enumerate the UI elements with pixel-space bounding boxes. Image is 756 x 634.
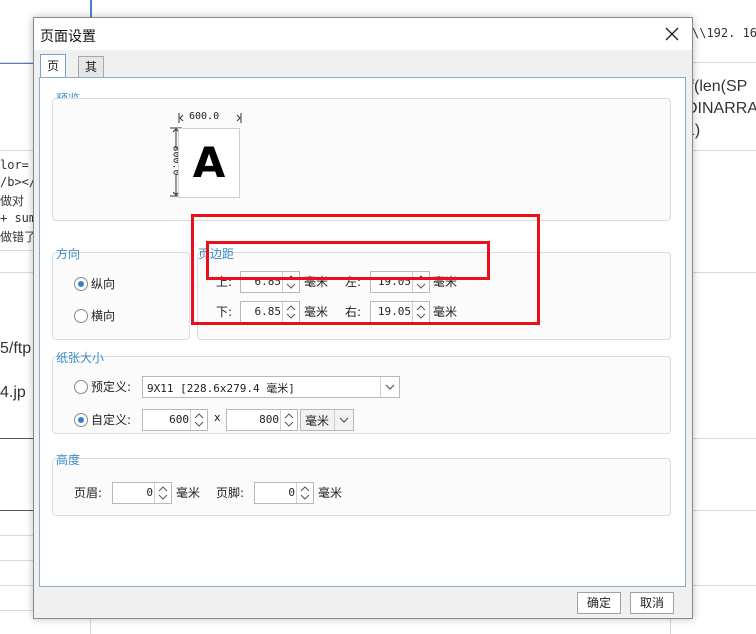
margin-highlight-inner [206,241,490,280]
predefined-paper-value: 9X11 [228.6x279.4 毫米] [147,382,295,395]
dialog-title: 页面设置 [40,29,96,45]
predefined-label[interactable]: 预定义: [91,378,131,395]
bg-gridline [0,510,33,511]
custom-height-value: 800 [259,413,279,426]
preview-width-text: 600.0 [188,111,221,122]
custom-width-value: 600 [169,413,189,426]
custom-label[interactable]: 自定义: [91,411,131,428]
bg-code-line: 做错了 [0,230,37,244]
chevron-down-icon[interactable] [334,410,353,430]
bg-gridline [0,150,33,151]
stepper-arrows-icon[interactable] [296,483,313,503]
page-preview: A [178,128,240,198]
tab-panel-page: 预览 600.0 800.0 A [39,77,686,587]
tab-page[interactable]: 页面 [40,54,67,95]
preview-letter: A [192,138,226,187]
custom-radio[interactable] [74,413,88,427]
header-height-stepper[interactable]: 0 [112,482,172,504]
portrait-radio[interactable] [74,277,88,291]
bg-code-line: DINARRA [686,100,756,117]
footer-height-value: 0 [288,486,295,499]
bg-gridline [0,560,33,561]
bg-gridline [670,617,671,634]
header-unit: 毫米 [176,486,201,500]
preview-group [52,98,671,221]
paper-size-group-label: 纸张大小 [56,351,105,365]
chevron-down-icon[interactable] [380,377,399,397]
footer-height-stepper[interactable]: 0 [254,482,314,504]
footer-unit: 毫米 [318,486,343,500]
bg-code-line: 做对 [0,194,25,208]
footer-label: 页脚: [216,486,245,500]
orientation-group [52,252,190,340]
bg-jpg-text: 4.jp [0,384,26,401]
bg-gridline [690,585,756,586]
stepper-arrows-icon[interactable] [190,410,207,430]
bg-path-text: \\192. 16 [692,26,756,40]
landscape-label[interactable]: 横向 [91,307,115,324]
preview-width-dimension: 600.0 [178,111,242,125]
bg-gridline [0,250,33,251]
height-group-label: 高度 [56,453,81,467]
predefined-radio[interactable] [74,380,88,394]
tab-other[interactable]: 其他 [78,56,105,94]
bg-gridline [690,438,756,439]
cancel-button[interactable]: 取消 [630,592,674,614]
bg-gridline [0,585,33,586]
bg-code-line: if(len(SP [686,78,748,95]
stepper-arrows-icon[interactable] [154,483,171,503]
bg-gridline [690,62,756,63]
paper-unit-value: 毫米 [305,414,330,428]
bg-ftp-text: 5/ftp [0,340,32,357]
bg-gridline [0,438,33,439]
bg-gridline [90,617,91,634]
landscape-radio[interactable] [74,309,88,323]
close-button[interactable] [662,24,682,44]
custom-width-stepper[interactable]: 600 [142,409,208,431]
orientation-group-label: 方向 [56,247,81,261]
portrait-label[interactable]: 纵向 [91,275,115,292]
ok-button[interactable]: 确定 [577,592,621,614]
bg-gridline [690,272,756,273]
bg-gridline [690,150,756,151]
custom-height-stepper[interactable]: 800 [226,409,298,431]
close-icon [665,27,679,41]
times-sign: x [214,411,221,424]
bg-gridline [0,535,33,536]
bg-gridline [0,62,33,63]
header-label: 页眉: [74,486,103,500]
dialog-titlebar: 页面设置 [34,18,692,50]
bg-code-line: + sum [0,211,37,225]
header-height-value: 0 [146,486,153,499]
bg-code-line: lor= [0,158,29,172]
bg-gridline [0,610,33,611]
bg-code-line: /b></ [0,175,37,189]
bg-gridline [690,510,756,511]
predefined-paper-select[interactable]: 9X11 [228.6x279.4 毫米] [142,376,400,398]
stepper-arrows-icon[interactable] [280,410,297,430]
bg-gridline [0,272,33,273]
paper-unit-select[interactable]: 毫米 [300,409,354,431]
